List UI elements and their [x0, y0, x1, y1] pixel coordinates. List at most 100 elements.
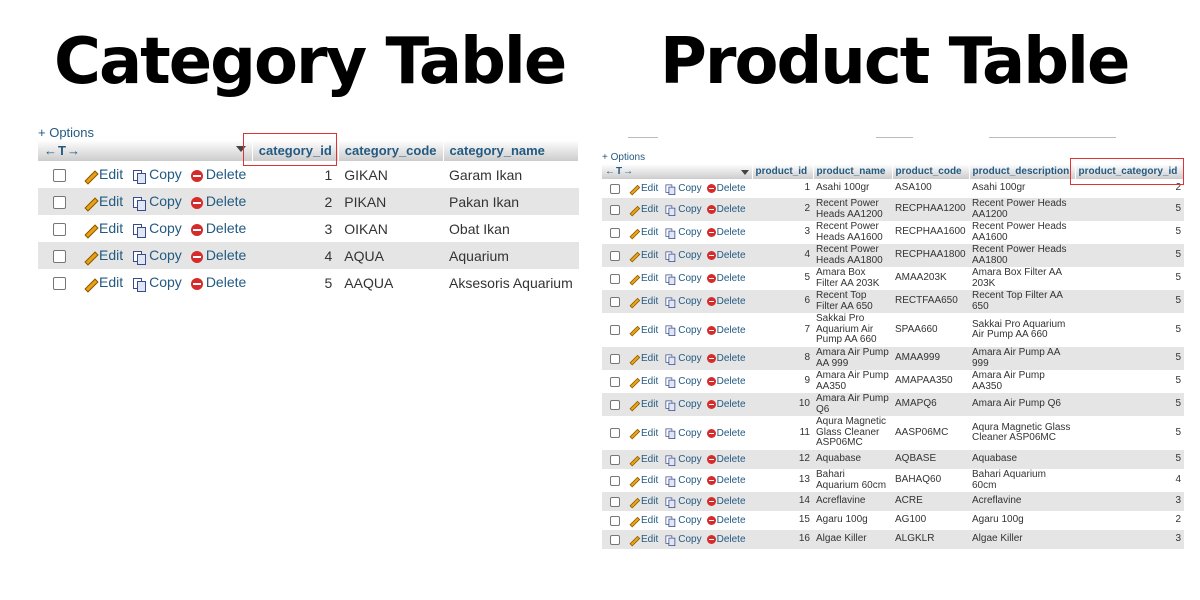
row-checkbox[interactable] [610, 515, 620, 526]
row-checkbox[interactable] [610, 454, 620, 465]
copy-link[interactable]: Copy [132, 274, 182, 292]
edit-link[interactable]: Edit [626, 325, 658, 336]
delete-link[interactable]: Delete [706, 428, 746, 439]
row-checkbox[interactable] [610, 428, 620, 438]
edit-link[interactable]: Edit [626, 250, 658, 261]
edit-link[interactable]: Edit [626, 183, 658, 194]
edit-link[interactable]: Edit [82, 247, 123, 263]
table-row[interactable]: Edit Copy Delete 4 Recent Power Heads AA1800… [602, 244, 1184, 267]
column-header-product-description[interactable]: product_description [969, 164, 1076, 179]
row-checkbox[interactable] [610, 227, 620, 238]
table-row[interactable]: Edit Copy Delete 2 Recent Power Heads AA1200… [602, 198, 1184, 221]
copy-link[interactable]: Copy [663, 273, 702, 285]
delete-link[interactable]: Delete [706, 475, 746, 486]
row-checkbox[interactable] [610, 496, 620, 507]
table-row[interactable]: Edit Copy Delete 7 Sakkai Pro Aquarium Air P… [602, 313, 1184, 347]
copy-link[interactable]: Copy [663, 475, 702, 487]
copy-link[interactable]: Copy [663, 227, 702, 239]
column-header-category-name[interactable]: category_name [443, 140, 580, 161]
copy-link[interactable]: Copy [132, 220, 182, 238]
copy-link[interactable]: Copy [663, 454, 702, 466]
column-header-category-code[interactable]: category_code [338, 140, 444, 161]
copy-link[interactable]: Copy [663, 496, 702, 508]
copy-link[interactable]: Copy [663, 353, 702, 365]
delete-link[interactable]: Delete [706, 273, 746, 284]
table-row[interactable]: Edit Copy Delete 3 Recent Power Heads AA1600… [602, 221, 1184, 244]
row-checkbox[interactable] [610, 204, 620, 215]
edit-link[interactable]: Edit [626, 454, 658, 465]
delete-link[interactable]: Delete [706, 183, 746, 194]
delete-link[interactable]: Delete [706, 353, 746, 364]
column-header-category-id[interactable]: category_id [252, 140, 339, 161]
table-row[interactable]: Edit Copy Delete 1 GIKAN Garam Ikan [38, 161, 579, 188]
delete-link[interactable]: Delete [706, 296, 746, 307]
table-row[interactable]: Edit Copy Delete 6 Recent Top Filter AA 650 R… [602, 290, 1184, 313]
edit-link[interactable]: Edit [626, 376, 658, 387]
column-header-product-category-id[interactable]: product_category_id [1075, 164, 1185, 179]
table-row[interactable]: Edit Copy Delete 4 AQUA Aquarium [38, 242, 579, 269]
edit-link[interactable]: Edit [626, 428, 658, 439]
delete-link[interactable]: Delete [706, 376, 746, 387]
edit-link[interactable]: Edit [626, 273, 658, 284]
row-checkbox[interactable] [610, 376, 620, 387]
column-nav-header[interactable]: ←T→ [38, 140, 253, 161]
edit-link[interactable]: Edit [82, 220, 123, 236]
options-link[interactable]: + Options [38, 125, 578, 140]
delete-link[interactable]: Delete [706, 204, 746, 215]
column-nav-header[interactable]: ←T→ [602, 164, 753, 179]
copy-link[interactable]: Copy [132, 247, 182, 265]
delete-link[interactable]: Delete [190, 247, 246, 263]
row-checkbox[interactable] [610, 325, 620, 335]
copy-link[interactable]: Copy [663, 296, 702, 308]
copy-link[interactable]: Copy [663, 204, 702, 216]
table-row[interactable]: Edit Copy Delete 5 Amara Box Filter AA 203K A… [602, 267, 1184, 290]
table-row[interactable]: Edit Copy Delete 9 Amara Air Pump AA350 AMAPA… [602, 370, 1184, 393]
table-row[interactable]: Edit Copy Delete 12 Aquabase AQBASE Aquabase 5 [602, 450, 1184, 469]
row-checkbox[interactable] [53, 223, 66, 237]
edit-link[interactable]: Edit [82, 166, 123, 182]
table-row[interactable]: Edit Copy Delete 15 Agaru 100g AG100 Agaru 100… [602, 511, 1184, 530]
row-checkbox[interactable] [610, 399, 620, 410]
edit-link[interactable]: Edit [82, 193, 123, 209]
delete-link[interactable]: Delete [190, 166, 246, 182]
row-checkbox[interactable] [53, 196, 66, 210]
delete-link[interactable]: Delete [190, 274, 246, 290]
edit-link[interactable]: Edit [82, 274, 123, 290]
edit-link[interactable]: Edit [626, 515, 658, 526]
delete-link[interactable]: Delete [706, 534, 746, 545]
table-row[interactable]: Edit Copy Delete 8 Amara Air Pump AA 999 AMAA… [602, 347, 1184, 370]
table-row[interactable]: Edit Copy Delete 3 OIKAN Obat Ikan [38, 215, 579, 242]
column-header-product-id[interactable]: product_id [752, 164, 814, 179]
edit-link[interactable]: Edit [626, 399, 658, 410]
column-nav-arrows[interactable]: ←T→ [605, 166, 634, 177]
sort-dropdown-icon[interactable] [235, 146, 246, 152]
row-checkbox[interactable] [53, 169, 66, 183]
copy-link[interactable]: Copy [663, 250, 702, 262]
table-row[interactable]: Edit Copy Delete 2 PIKAN Pakan Ikan [38, 188, 579, 215]
row-checkbox[interactable] [610, 273, 620, 284]
table-row[interactable]: Edit Copy Delete 10 Amara Air Pump Q6 AMAPQ6 A… [602, 393, 1184, 416]
copy-link[interactable]: Copy [663, 515, 702, 527]
row-checkbox[interactable] [53, 250, 66, 264]
table-row[interactable]: Edit Copy Delete 14 Acreflavine ACRE Acreflavi… [602, 492, 1184, 511]
copy-link[interactable]: Copy [663, 534, 702, 546]
delete-link[interactable]: Delete [190, 193, 246, 209]
options-link[interactable]: + Options [602, 151, 1184, 164]
table-row[interactable]: Edit Copy Delete 5 AAQUA Aksesoris Aquarium [38, 269, 579, 296]
table-row[interactable]: Edit Copy Delete 13 Bahari Aquarium 60cm BAHA… [602, 469, 1184, 492]
delete-link[interactable]: Delete [706, 399, 746, 410]
edit-link[interactable]: Edit [626, 296, 658, 307]
copy-link[interactable]: Copy [663, 428, 702, 439]
column-header-product-name[interactable]: product_name [813, 164, 893, 179]
delete-link[interactable]: Delete [706, 496, 746, 507]
edit-link[interactable]: Edit [626, 475, 658, 486]
table-row[interactable]: Edit Copy Delete 11 Aqura Magnetic Glass Cle… [602, 416, 1184, 450]
column-header-product-code[interactable]: product_code [892, 164, 970, 179]
delete-link[interactable]: Delete [706, 227, 746, 238]
edit-link[interactable]: Edit [626, 204, 658, 215]
table-row[interactable]: Edit Copy Delete 1 Asahi 100gr ASA100 Asahi 10… [602, 179, 1184, 198]
copy-link[interactable]: Copy [663, 183, 702, 195]
copy-link[interactable]: Copy [663, 325, 702, 336]
row-checkbox[interactable] [610, 250, 620, 261]
row-checkbox[interactable] [610, 534, 620, 545]
